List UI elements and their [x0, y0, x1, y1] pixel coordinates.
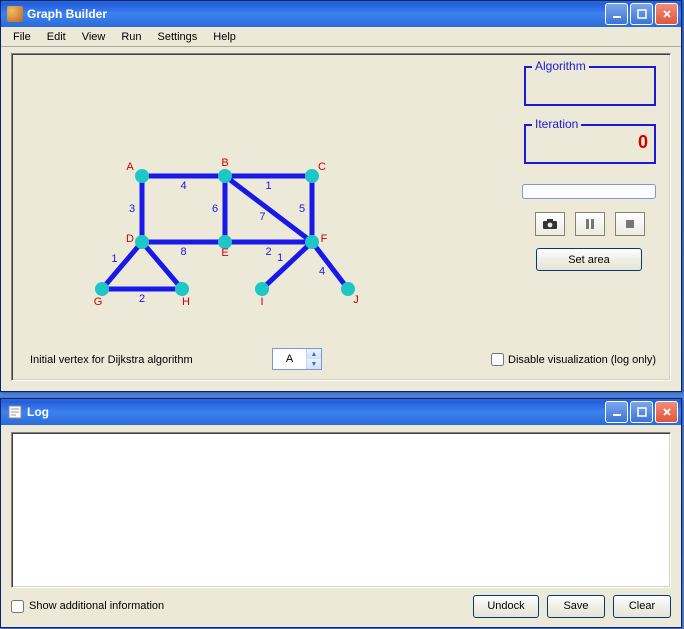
menu-settings[interactable]: Settings — [150, 29, 206, 45]
node-label-I: I — [260, 296, 263, 308]
undock-button[interactable]: Undock — [473, 595, 539, 618]
node-A[interactable] — [135, 169, 149, 183]
menu-run[interactable]: Run — [113, 29, 149, 45]
edge-weight-A-B: 4 — [180, 180, 186, 192]
node-label-C: C — [318, 161, 326, 173]
node-B[interactable] — [218, 169, 232, 183]
pause-button[interactable] — [575, 212, 605, 236]
close-button[interactable] — [655, 3, 678, 25]
log-maximize-button[interactable] — [630, 401, 653, 423]
log-titlebar[interactable]: Log — [1, 399, 681, 425]
log-title: Log — [27, 405, 605, 419]
node-label-E: E — [221, 247, 228, 259]
initial-vertex-value: A — [273, 353, 306, 365]
main-titlebar[interactable]: Graph Builder — [1, 1, 681, 27]
show-additional-input[interactable] — [11, 600, 24, 613]
node-G[interactable] — [95, 282, 109, 296]
spinner-up-icon[interactable]: ▲ — [307, 349, 321, 359]
edge-weight-F-J: 4 — [319, 266, 325, 278]
spinner-down-icon[interactable]: ▼ — [307, 359, 321, 369]
node-C[interactable] — [305, 169, 319, 183]
node-label-A: A — [126, 161, 134, 173]
stop-icon — [624, 218, 636, 230]
log-minimize-button[interactable] — [605, 401, 628, 423]
menu-view[interactable]: View — [74, 29, 114, 45]
graph-canvas[interactable]: 413675821214ABCDEFGHIJ — [22, 64, 442, 334]
edge-weight-B-C: 1 — [265, 180, 271, 192]
minimize-button[interactable] — [605, 3, 628, 25]
menu-help[interactable]: Help — [205, 29, 244, 45]
clear-button[interactable]: Clear — [613, 595, 671, 618]
log-textarea[interactable] — [11, 432, 671, 588]
edge-weight-D-G: 1 — [111, 253, 117, 265]
edge-weight-G-H: 2 — [139, 293, 145, 305]
set-area-button[interactable]: Set area — [536, 248, 642, 271]
edge-weight-B-F: 7 — [259, 211, 265, 223]
pause-icon — [584, 218, 596, 230]
main-title: Graph Builder — [27, 7, 605, 21]
save-button[interactable]: Save — [547, 595, 605, 618]
menu-file[interactable]: File — [5, 29, 39, 45]
maximize-button[interactable] — [630, 3, 653, 25]
main-window: Graph Builder File Edit View Run Setting… — [0, 0, 682, 392]
disable-visualization-label: Disable visualization (log only) — [508, 354, 656, 366]
iteration-legend: Iteration — [532, 117, 581, 131]
edge-weight-E-F: 2 — [265, 246, 271, 258]
disable-visualization-checkbox[interactable]: Disable visualization (log only) — [491, 353, 656, 366]
initial-vertex-label: Initial vertex for Dijkstra algorithm — [30, 354, 193, 366]
node-label-D: D — [126, 233, 134, 245]
progress-bar — [522, 184, 656, 199]
node-I[interactable] — [255, 282, 269, 296]
log-icon — [7, 404, 23, 420]
node-label-J: J — [353, 294, 359, 306]
log-close-button[interactable] — [655, 401, 678, 423]
algorithm-box: Algorithm — [524, 66, 656, 106]
edge-weight-D-E: 8 — [180, 246, 186, 258]
stop-button[interactable] — [615, 212, 645, 236]
node-label-H: H — [182, 296, 190, 308]
node-label-G: G — [94, 296, 103, 308]
edge-weight-F-I: 1 — [277, 252, 283, 264]
iteration-value: 0 — [638, 132, 648, 153]
initial-vertex-spinner[interactable]: A ▲ ▼ — [272, 348, 322, 370]
edge-weight-A-D: 3 — [129, 203, 135, 215]
edge-D-G[interactable] — [102, 242, 142, 289]
show-additional-label: Show additional information — [29, 600, 164, 612]
menu-edit[interactable]: Edit — [39, 29, 74, 45]
node-F[interactable] — [305, 235, 319, 249]
edge-weight-C-F: 5 — [299, 203, 305, 215]
camera-icon — [542, 218, 558, 230]
app-icon — [7, 6, 23, 22]
edge-D-H[interactable] — [142, 242, 182, 289]
disable-visualization-input[interactable] — [491, 353, 504, 366]
node-label-B: B — [221, 157, 228, 169]
edge-F-J[interactable] — [312, 242, 348, 289]
iteration-box: Iteration 0 — [524, 124, 656, 164]
log-window: Log Show additional information Undock S… — [0, 398, 682, 628]
show-additional-checkbox[interactable]: Show additional information — [11, 600, 164, 613]
algorithm-legend: Algorithm — [532, 59, 589, 73]
node-D[interactable] — [135, 235, 149, 249]
edge-weight-B-E: 6 — [212, 203, 218, 215]
snapshot-button[interactable] — [535, 212, 565, 236]
node-H[interactable] — [175, 282, 189, 296]
menubar: File Edit View Run Settings Help — [1, 27, 681, 47]
node-label-F: F — [321, 233, 328, 245]
